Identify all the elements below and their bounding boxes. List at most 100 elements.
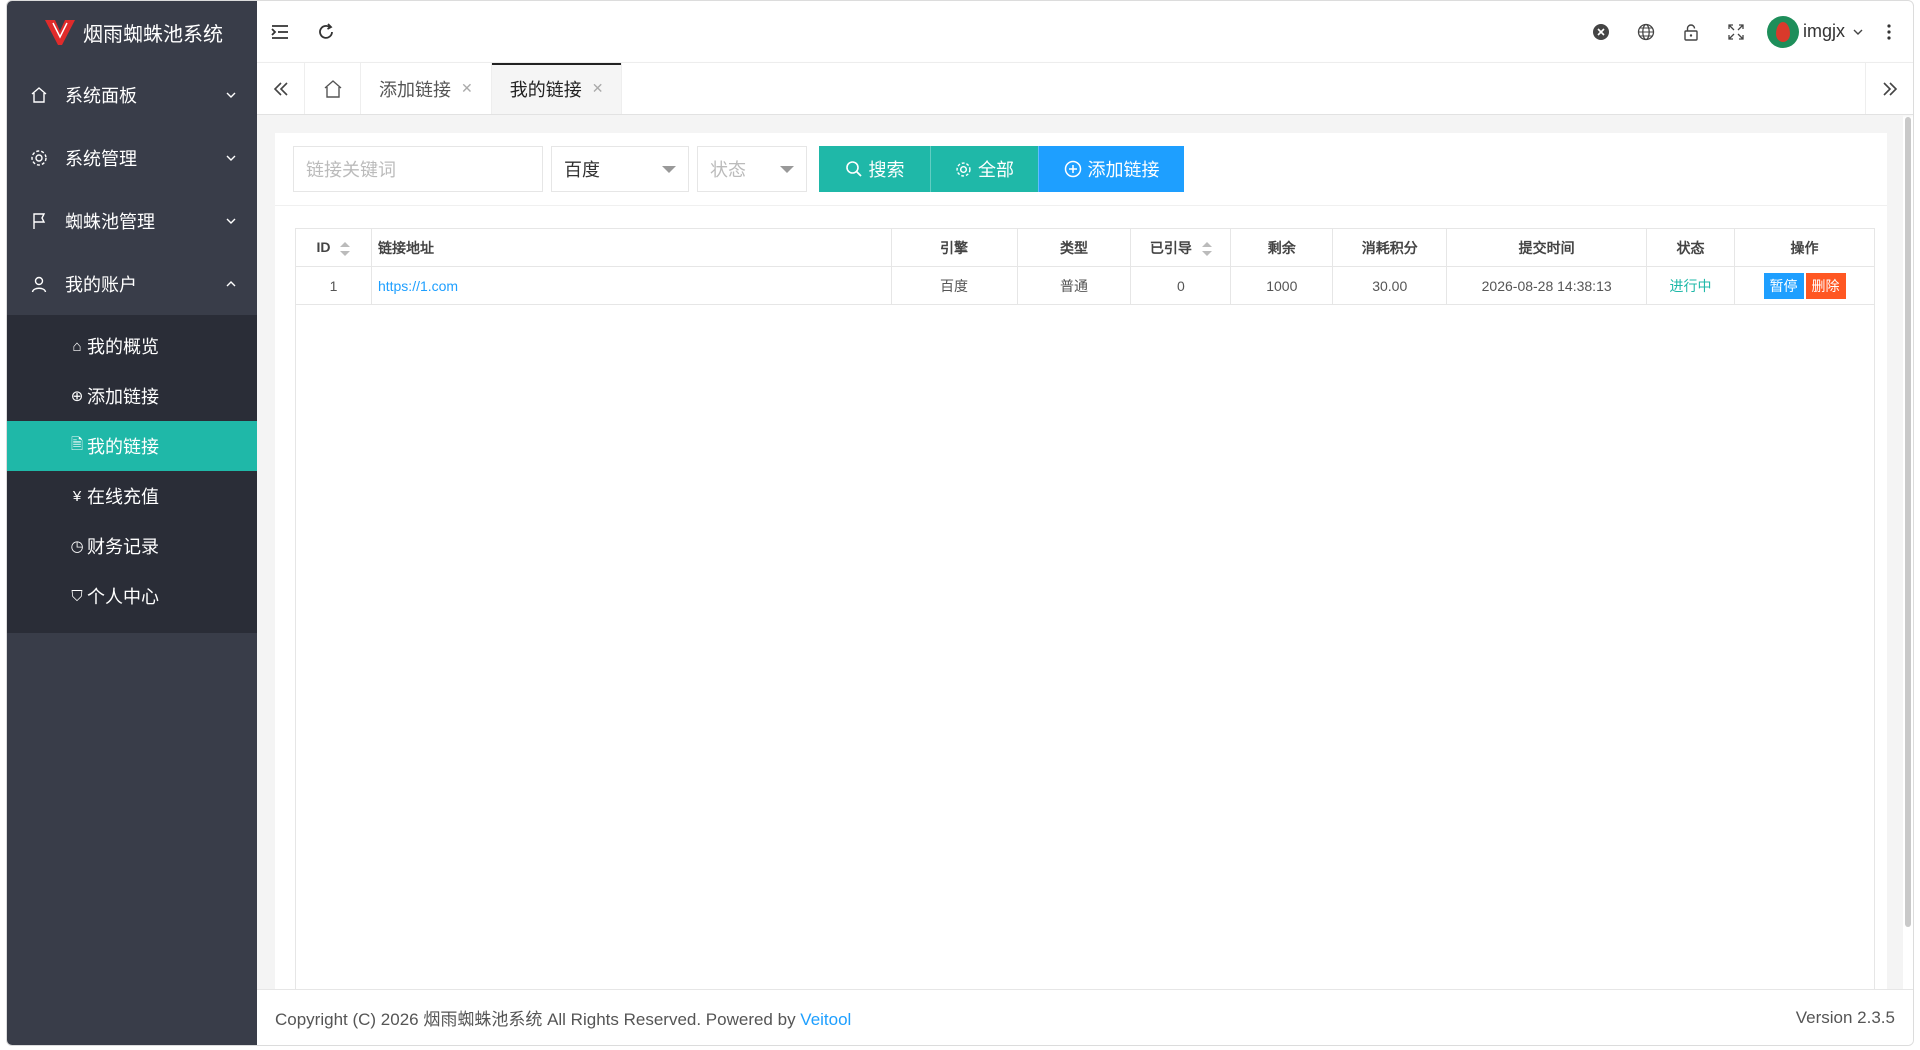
plus-circle-icon xyxy=(1064,160,1081,178)
close-icon[interactable]: ✕ xyxy=(461,80,473,97)
column-header-remaining: 剩余 xyxy=(1230,228,1334,267)
sidebar-item-spider-pool[interactable]: 蜘蛛池管理 xyxy=(7,189,257,252)
submenu-item-profile[interactable]: ⛉ 个人中心 xyxy=(7,571,257,621)
vertical-scrollbar[interactable] xyxy=(1905,117,1911,927)
home-icon xyxy=(29,85,49,105)
top-bar: imgjx xyxy=(257,1,1913,63)
yen-circle-icon: ¥ xyxy=(72,487,82,505)
sidebar-item-label: 我的账户 xyxy=(65,274,137,295)
fullscreen-icon xyxy=(1728,23,1745,40)
sidebar: 烟雨蜘蛛池系统 系统面板 系统管理 蜘蛛池管理 我的账户 ⌂ 我的概览 ⊕ 添加… xyxy=(7,1,257,1045)
submenu-item-add-link[interactable]: ⊕ 添加链接 xyxy=(7,371,257,421)
lock-screen-button[interactable] xyxy=(1669,1,1714,63)
column-header-points: 消耗积分 xyxy=(1332,228,1448,267)
plus-circle-icon: ⊕ xyxy=(70,388,84,405)
page-tabs: 添加链接 ✕ 我的链接 ✕ xyxy=(257,63,1913,115)
search-button-label: 搜索 xyxy=(868,160,905,180)
lock-icon xyxy=(1684,23,1699,41)
tab-my-links[interactable]: 我的链接 ✕ xyxy=(491,63,623,114)
language-button[interactable] xyxy=(1624,1,1669,63)
gear-icon xyxy=(956,161,971,177)
globe-icon xyxy=(1638,23,1655,40)
tabs-scroll-left-button[interactable] xyxy=(257,63,305,114)
column-header-type: 类型 xyxy=(1016,228,1132,267)
user-menu[interactable]: imgjx xyxy=(1759,1,1877,63)
keyword-search-input[interactable]: 链接关键词 xyxy=(293,146,543,192)
chevron-down-icon xyxy=(226,92,236,98)
chevron-down-icon xyxy=(226,155,236,161)
powered-by-link[interactable]: Veitool xyxy=(800,1010,851,1029)
cell-type: 普通 xyxy=(1016,266,1132,305)
engine-select[interactable]: 百度 xyxy=(551,146,689,192)
submenu-item-overview[interactable]: ⌂ 我的概览 xyxy=(7,321,257,371)
refresh-button[interactable] xyxy=(303,1,349,63)
clock-icon: ◷ xyxy=(70,538,84,555)
user-icon xyxy=(29,274,49,294)
copyright-text: Copyright (C) 2026 烟雨蜘蛛池系统 All Rights Re… xyxy=(275,1010,852,1029)
footer: Copyright (C) 2026 烟雨蜘蛛池系统 All Rights Re… xyxy=(257,989,1913,1045)
cell-submitted: 2026-08-28 14:38:13 xyxy=(1446,266,1648,305)
table-header-row: ID 链接地址 引擎 类型 已引导 剩余 消耗积分 提交时间 状态 操作 xyxy=(295,228,1875,267)
caret-down-icon xyxy=(780,166,794,173)
sort-icon[interactable] xyxy=(1201,241,1212,256)
tabs-scroll-right-button[interactable] xyxy=(1865,63,1913,114)
column-header-submitted: 提交时间 xyxy=(1446,228,1648,267)
more-options-button[interactable] xyxy=(1877,1,1901,63)
search-icon xyxy=(845,161,862,177)
fullscreen-button[interactable] xyxy=(1714,1,1759,63)
column-header-actions: 操作 xyxy=(1734,228,1875,267)
status-select[interactable]: 状态 xyxy=(697,146,807,192)
username: imgjx xyxy=(1802,21,1845,41)
account-submenu: ⌂ 我的概览 ⊕ 添加链接 🗎 我的链接 ¥ 在线充值 ◷ 财务记录 ⛉ 个人中… xyxy=(7,315,257,633)
submenu-item-label: 我的链接 xyxy=(87,437,159,457)
sidebar-item-dashboard[interactable]: 系统面板 xyxy=(7,63,257,126)
brand-logo-icon xyxy=(45,20,75,45)
links-card: 链接关键词 百度 状态 搜索 全部 添加链接 ID 链接地址 引擎 类型 已引导… xyxy=(275,133,1887,1013)
column-header-url: 链接地址 xyxy=(370,228,892,267)
more-vertical-icon xyxy=(1887,23,1891,40)
submenu-item-label: 我的概览 xyxy=(87,337,159,357)
sidebar-item-label: 蜘蛛池管理 xyxy=(65,211,155,232)
divider xyxy=(275,205,1887,206)
shield-check-icon: ⛉ xyxy=(71,587,83,605)
tab-add-link[interactable]: 添加链接 ✕ xyxy=(361,63,492,114)
home-icon xyxy=(324,79,341,98)
cell-engine: 百度 xyxy=(890,266,1018,305)
column-header-status: 状态 xyxy=(1646,228,1736,267)
link-url[interactable]: https://1.com xyxy=(378,278,458,294)
submenu-item-my-links[interactable]: 🗎 我的链接 xyxy=(7,421,257,471)
column-header-id[interactable]: ID xyxy=(295,228,372,267)
sidebar-toggle-button[interactable] xyxy=(257,1,303,63)
submenu-item-finance-records[interactable]: ◷ 财务记录 xyxy=(7,521,257,571)
cell-guided: 0 xyxy=(1130,266,1232,305)
search-button[interactable]: 搜索 xyxy=(819,146,930,192)
main-content: 链接关键词 百度 状态 搜索 全部 添加链接 ID 链接地址 引擎 类型 已引导… xyxy=(257,115,1903,1013)
chevron-down-icon xyxy=(1853,29,1863,35)
clear-cache-button[interactable] xyxy=(1579,1,1624,63)
pause-button[interactable]: 暂停 xyxy=(1763,272,1804,299)
sidebar-item-my-account[interactable]: 我的账户 xyxy=(7,252,257,315)
show-all-button-label: 全部 xyxy=(978,160,1014,180)
add-link-button[interactable]: 添加链接 xyxy=(1038,146,1184,192)
submenu-item-recharge[interactable]: ¥ 在线充值 xyxy=(7,471,257,521)
double-chevron-right-icon xyxy=(1882,81,1897,96)
status-select-placeholder: 状态 xyxy=(710,160,746,180)
submenu-item-label: 在线充值 xyxy=(87,487,159,507)
caret-down-icon xyxy=(662,166,676,173)
sidebar-item-system[interactable]: 系统管理 xyxy=(7,126,257,189)
add-link-button-label: 添加链接 xyxy=(1087,160,1160,180)
close-icon[interactable]: ✕ xyxy=(592,80,604,97)
flag-icon xyxy=(29,211,49,231)
column-header-guided[interactable]: 已引导 xyxy=(1130,228,1232,267)
menu-fold-icon xyxy=(271,24,288,39)
tab-label: 我的链接 xyxy=(509,79,582,100)
submenu-item-label: 财务记录 xyxy=(87,537,159,557)
app-logo[interactable]: 烟雨蜘蛛池系统 xyxy=(7,1,257,63)
tab-home[interactable] xyxy=(305,63,361,114)
cell-remaining: 1000 xyxy=(1230,266,1334,305)
sort-icon[interactable] xyxy=(340,241,351,256)
close-circle-icon xyxy=(1593,23,1610,40)
double-chevron-left-icon xyxy=(273,81,288,96)
show-all-button[interactable]: 全部 xyxy=(930,146,1038,192)
delete-button[interactable]: 删除 xyxy=(1805,272,1846,299)
